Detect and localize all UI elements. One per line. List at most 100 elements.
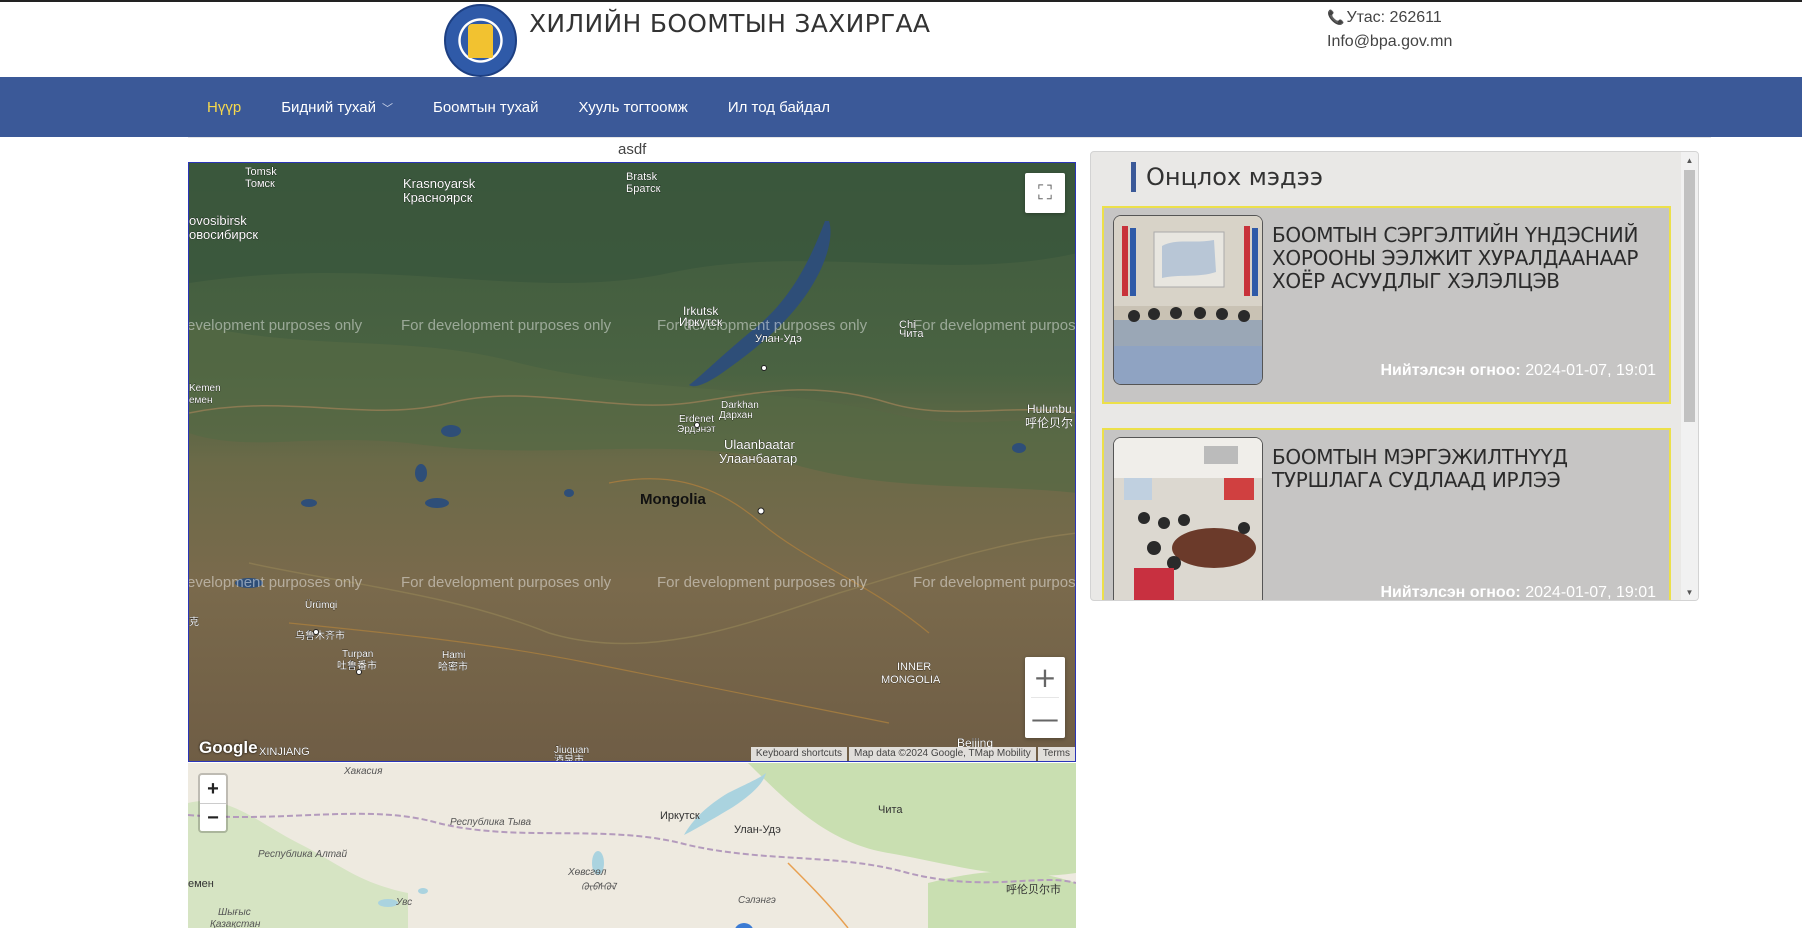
osm-canvas[interactable]: Хакасия Республика Тыва Республика Алтай… (188, 763, 1076, 928)
map-label: Hulunbu (1027, 402, 1072, 416)
news-date: Нийтэлсэн огноо: 2024-01-07, 19:01 (1380, 584, 1656, 601)
news-date-value: 2024-01-07, 19:01 (1525, 362, 1656, 379)
map-label: Братск (626, 183, 661, 195)
osm-label: Республика Алтай (258, 848, 347, 860)
map-label: MONGOLIA (881, 674, 941, 686)
osm-label: Иркутск (660, 810, 700, 822)
map-watermark: For development purposes only (401, 574, 612, 591)
nav-item-home[interactable]: Нүүр (207, 99, 241, 116)
osm-zoom-control: + − (198, 773, 228, 833)
osm-label: Республика Тыва (450, 816, 532, 828)
news-card[interactable]: БООМТЫН МЭРГЭЖИЛТНҮҮД ТУРШЛАГА СУДЛААД И… (1102, 428, 1671, 601)
nav-item-about-label: Бидний тухай (281, 98, 376, 116)
scroll-down-icon[interactable]: ▼ (1681, 584, 1698, 600)
news-date-label: Нийтэлсэн огноо: (1380, 584, 1521, 601)
featured-news-heading: Онцлох мэдээ (1131, 162, 1323, 192)
main-navbar: Нүүр Бидний тухай ﹀ Боомтын тухай Хууль т… (0, 77, 1802, 137)
nav-item-about[interactable]: Бидний тухай ﹀ (281, 99, 393, 116)
nav-item-ports[interactable]: Боомтын тухай (433, 99, 539, 116)
map-watermark: evelopment purposes only (189, 317, 363, 334)
map-label: Krasnoyarsk (403, 176, 476, 191)
map-canvas[interactable]: evelopment purposes only For development… (189, 163, 1076, 762)
email-link[interactable]: Info@bpa.gov.mn (1327, 30, 1452, 54)
map-label: Turpan (342, 649, 373, 660)
news-thumbnail[interactable] (1113, 437, 1263, 600)
map-label: овосибирск (189, 227, 258, 242)
news-scrollbar[interactable]: ▲ ▼ (1681, 152, 1698, 600)
map-label: INNER (897, 661, 931, 673)
map-label: Tomsk (245, 166, 277, 178)
news-title[interactable]: БООМТЫН МЭРГЭЖИЛТНҮҮД ТУРШЛАГА СУДЛААД И… (1272, 446, 1652, 492)
site-title[interactable]: ХИЛИЙН БООМТЫН ЗАХИРГАА (529, 9, 930, 38)
fullscreen-icon[interactable]: ⛶ (1025, 173, 1065, 213)
map-label: 酒泉市 (554, 753, 584, 762)
map-label: 呼伦贝尔 (1025, 415, 1073, 430)
news-date: Нийтэлсэн огноо: 2024-01-07, 19:01 (1380, 362, 1656, 380)
osm-label: Чита (878, 804, 903, 816)
osm-label: Увс (395, 897, 412, 908)
osm-label: Сэлэнгэ (738, 895, 776, 906)
osm-label: Хакасия (343, 766, 383, 777)
news-title[interactable]: БООМТЫН СЭРГЭЛТИЙН ҮНДЭСНИЙ ХОРООНЫ ЭЭЛЖ… (1272, 224, 1652, 293)
phone-icon: 📞 (1327, 9, 1345, 25)
map-label: Чита (899, 328, 924, 340)
map-watermark: evelopment purposes only (189, 574, 363, 591)
map-label: XINJIANG (259, 746, 310, 758)
map-label: Дархан (719, 410, 753, 421)
map-label: ovosibirsk (189, 213, 247, 228)
google-logo[interactable]: Google (199, 738, 258, 758)
zoom-out-button[interactable]: − (200, 804, 226, 832)
map-label: Ulaanbaatar (724, 437, 795, 452)
map-label: Ürümqi (305, 599, 337, 611)
map-label: емен (189, 395, 213, 406)
map-label: 乌鲁木齐市 (295, 629, 345, 642)
map-label: Томск (245, 178, 275, 190)
map-data-text: Map data ©2024 Google, TMap Mobility (849, 747, 1036, 761)
phone-text: Утас: 262611 (1346, 9, 1442, 26)
osm-label: Улан-Удэ (734, 824, 781, 836)
map-label: Bratsk (626, 171, 658, 183)
map-watermark: For development purposes only (401, 317, 612, 334)
news-card[interactable]: БООМТЫН СЭРГЭЛТИЙН ҮНДЭСНИЙ ХОРООНЫ ЭЭЛЖ… (1102, 206, 1671, 404)
contact-info: 📞 Утас: 262611 Info@bpa.gov.mn (1327, 5, 1452, 54)
chevron-down-icon: ﹀ (381, 102, 393, 115)
osm-map[interactable]: Хакасия Республика Тыва Республика Алтай… (188, 763, 1076, 928)
news-date-value: 2024-01-07, 19:01 (1525, 584, 1656, 601)
map-watermark: For development purpos (913, 317, 1076, 334)
map-label: Hami (442, 650, 465, 661)
map-attribution: Keyboard shortcuts Map data ©2024 Google… (749, 747, 1075, 761)
map-label: Красноярск (403, 190, 473, 205)
nav-item-transparency[interactable]: Ил тод байдал (728, 99, 830, 116)
divider (188, 137, 1711, 138)
map-label: Kemen (189, 383, 221, 394)
site-logo[interactable] (444, 4, 517, 77)
google-map[interactable]: evelopment purposes only For development… (188, 162, 1076, 762)
map-label: 克 (189, 616, 199, 628)
map-watermark: For development purposes only (657, 574, 868, 591)
osm-label: ᠬᠥᠪᠰᠭᠥᠯ (581, 882, 618, 893)
map-label: Mongolia (640, 491, 706, 508)
news-thumbnail[interactable] (1113, 215, 1263, 385)
zoom-out-button[interactable]: — (1025, 698, 1065, 738)
top-border (0, 0, 1802, 2)
map-zoom-control: + — (1025, 657, 1065, 738)
news-date-label: Нийтэлсэн огноо: (1380, 362, 1521, 379)
osm-label: Шығыс (218, 907, 251, 918)
nav-item-legislation[interactable]: Хууль тогтоомж (579, 99, 688, 116)
map-caption: asdf (618, 141, 647, 158)
keyboard-shortcuts-link[interactable]: Keyboard shortcuts (750, 747, 848, 761)
featured-news-panel: Онцлох мэдээ БООМТЫН СЭРГЭЛТИЙН ҮНДЭСНИЙ… (1090, 151, 1699, 601)
osm-label: емен (188, 878, 214, 890)
osm-label: 呼伦贝尔市 (1006, 882, 1061, 896)
map-watermark: For development purpos (913, 574, 1076, 591)
scroll-up-icon[interactable]: ▲ (1681, 152, 1698, 168)
emblem-icon (468, 24, 493, 58)
terms-link[interactable]: Terms (1037, 747, 1075, 761)
osm-label: Қазақстан (210, 919, 261, 928)
zoom-in-button[interactable]: + (1025, 657, 1065, 697)
map-label: Улан-Удэ (755, 333, 802, 345)
map-label: Улаанбаатар (719, 451, 797, 466)
zoom-in-button[interactable]: + (200, 775, 226, 803)
scroll-thumb[interactable] (1684, 170, 1695, 422)
map-label: Иркутск (679, 315, 723, 329)
